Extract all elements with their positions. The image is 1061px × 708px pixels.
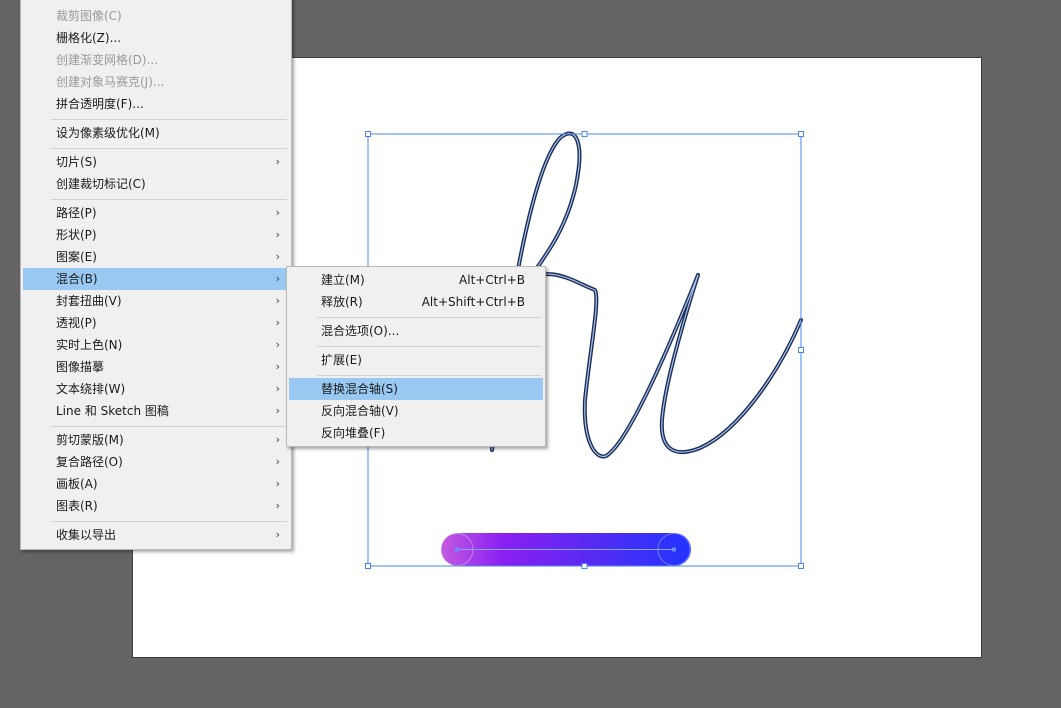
menu-item-create-gradient-mesh[interactable]: 创建渐变网格(D)...	[23, 49, 289, 71]
chevron-right-icon: ›	[275, 477, 280, 490]
chevron-right-icon: ›	[275, 155, 280, 168]
menu-item-compound-path[interactable]: 复合路径(O) ›	[23, 451, 289, 473]
chevron-right-icon: ›	[275, 338, 280, 351]
menu-separator	[317, 375, 541, 376]
chevron-right-icon: ›	[275, 360, 280, 373]
menu-item-collect-for-export[interactable]: 收集以导出 ›	[23, 524, 289, 546]
menu-item-graph[interactable]: 图表(R) ›	[23, 495, 289, 517]
menu-item-pixel-perfect[interactable]: 设为像素级优化(M)	[23, 122, 289, 144]
menu-item-shape[interactable]: 形状(P) ›	[23, 224, 289, 246]
blend-submenu: 建立(M) Alt+Ctrl+B 释放(R) Alt+Shift+Ctrl+B 混合…	[286, 266, 546, 447]
chevron-right-icon: ›	[275, 206, 280, 219]
menu-separator	[317, 346, 541, 347]
chevron-right-icon: ›	[275, 316, 280, 329]
submenu-item-reverse-spine[interactable]: 反向混合轴(V)	[289, 400, 543, 422]
chevron-right-icon: ›	[275, 433, 280, 446]
chevron-right-icon: ›	[275, 455, 280, 468]
menu-item-perspective[interactable]: 透视(P) ›	[23, 312, 289, 334]
menu-item-flatten-transparency[interactable]: 拼合透明度(F)...	[23, 93, 289, 115]
menu-item-envelope-distort[interactable]: 封套扭曲(V) ›	[23, 290, 289, 312]
chevron-right-icon: ›	[275, 294, 280, 307]
menu-item-live-paint[interactable]: 实时上色(N) ›	[23, 334, 289, 356]
chevron-right-icon: ›	[275, 228, 280, 241]
gradient-pill-blend[interactable]	[440, 533, 691, 566]
shortcut-label: Alt+Shift+Ctrl+B	[421, 295, 525, 309]
chevron-right-icon: ›	[275, 272, 280, 285]
submenu-item-blend-options[interactable]: 混合选项(O)...	[289, 320, 543, 342]
menu-item-create-trim-marks[interactable]: 创建裁切标记(C)	[23, 173, 289, 195]
submenu-item-release[interactable]: 释放(R) Alt+Shift+Ctrl+B	[289, 291, 543, 313]
submenu-item-reverse-front-to-back[interactable]: 反向堆叠(F)	[289, 422, 543, 444]
menu-item-line-sketch[interactable]: Line 和 Sketch 图稿 ›	[23, 400, 289, 422]
submenu-item-expand[interactable]: 扩展(E)	[289, 349, 543, 371]
menu-item-clipping-mask[interactable]: 剪切蒙版(M) ›	[23, 429, 289, 451]
menu-separator	[51, 148, 287, 149]
menu-item-slice[interactable]: 切片(S) ›	[23, 151, 289, 173]
menu-item-artboards[interactable]: 画板(A) ›	[23, 473, 289, 495]
submenu-item-replace-spine[interactable]: 替换混合轴(S)	[289, 378, 543, 400]
menu-item-rasterize[interactable]: 栅格化(Z)...	[23, 27, 289, 49]
menu-item-create-object-mosaic[interactable]: 创建对象马赛克(J)...	[23, 71, 289, 93]
menu-item-image-trace[interactable]: 图像描摹 ›	[23, 356, 289, 378]
object-menu: 裁剪图像(C) 栅格化(Z)... 创建渐变网格(D)... 创建对象马赛克(J…	[20, 0, 292, 550]
menu-item-crop-image[interactable]: 裁剪图像(C)	[23, 5, 289, 27]
illustrator-workspace: 裁剪图像(C) 栅格化(Z)... 创建渐变网格(D)... 创建对象马赛克(J…	[0, 0, 1061, 708]
menu-item-path[interactable]: 路径(P) ›	[23, 202, 289, 224]
chevron-right-icon: ›	[275, 250, 280, 263]
chevron-right-icon: ›	[275, 382, 280, 395]
menu-item-text-wrap[interactable]: 文本绕排(W) ›	[23, 378, 289, 400]
chevron-right-icon: ›	[275, 499, 280, 512]
submenu-item-make[interactable]: 建立(M) Alt+Ctrl+B	[289, 269, 543, 291]
menu-separator	[51, 426, 287, 427]
menu-item-blend[interactable]: 混合(B) ›	[23, 268, 289, 290]
chevron-right-icon: ›	[275, 404, 280, 417]
chevron-right-icon: ›	[275, 528, 280, 541]
menu-separator	[51, 521, 287, 522]
shortcut-label: Alt+Ctrl+B	[459, 273, 525, 287]
menu-separator	[51, 119, 287, 120]
menu-separator	[51, 199, 287, 200]
menu-item-pattern[interactable]: 图案(E) ›	[23, 246, 289, 268]
menu-separator	[317, 317, 541, 318]
